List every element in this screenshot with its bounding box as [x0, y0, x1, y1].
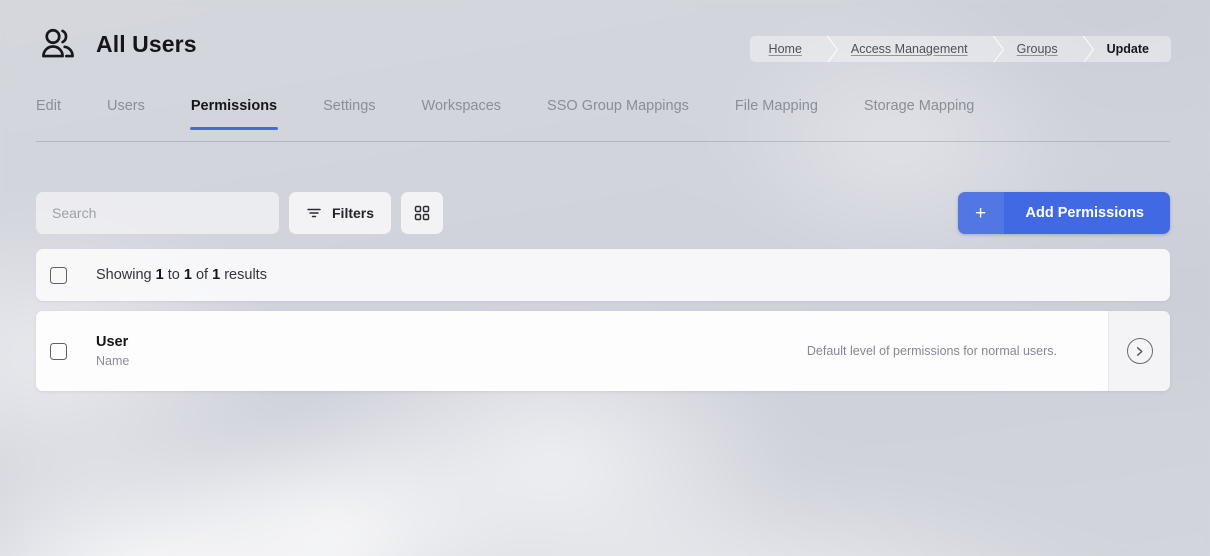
tab-edit[interactable]: Edit	[36, 98, 61, 129]
select-all-checkbox[interactable]	[50, 267, 67, 284]
results-summary-mid-2: of	[192, 267, 212, 283]
tab-storage-mapping[interactable]: Storage Mapping	[864, 98, 974, 129]
tab-settings[interactable]: Settings	[323, 98, 375, 129]
add-permissions-button-label: Add Permissions	[1004, 192, 1170, 234]
search-input[interactable]	[36, 192, 279, 234]
row-select-checkbox[interactable]	[50, 343, 67, 360]
page-root: All Users Home Access Management Groups …	[0, 0, 1210, 556]
row-description: Default level of permissions for normal …	[807, 344, 1084, 358]
filters-button[interactable]: Filters	[289, 192, 391, 234]
tab-permissions[interactable]: Permissions	[191, 98, 277, 129]
results-summary-bar: Showing 1 to 1 of 1 results	[36, 249, 1170, 301]
plus-icon: +	[958, 192, 1004, 234]
tab-bar: Edit Users Permissions Settings Workspac…	[36, 98, 1170, 142]
breadcrumb-item-home[interactable]: Home	[750, 36, 819, 62]
filters-button-label: Filters	[332, 205, 374, 221]
breadcrumb-separator-icon	[1075, 36, 1088, 62]
tab-users[interactable]: Users	[107, 98, 145, 129]
page-header-left: All Users	[38, 24, 197, 64]
breadcrumb-separator-icon	[819, 36, 832, 62]
filter-icon	[306, 205, 322, 221]
results-from: 1	[156, 267, 164, 283]
tab-file-mapping[interactable]: File Mapping	[735, 98, 818, 129]
grid-view-icon	[414, 205, 430, 221]
results-summary-prefix: Showing	[96, 267, 156, 283]
tab-workspaces[interactable]: Workspaces	[422, 98, 502, 129]
row-name-block: User Name	[96, 334, 129, 368]
page-title: All Users	[96, 31, 197, 58]
results-total: 1	[212, 267, 220, 283]
users-icon	[38, 24, 78, 64]
breadcrumb: Home Access Management Groups Update	[750, 36, 1171, 62]
toolbar: Filters + Add Permissions	[36, 192, 1170, 234]
chevron-right-icon[interactable]	[1127, 338, 1153, 364]
results-summary-suffix: results	[220, 267, 267, 283]
results-to: 1	[184, 267, 192, 283]
table-row-main: User Name Default level of permissions f…	[36, 311, 1109, 391]
results-summary-text: Showing 1 to 1 of 1 results	[96, 267, 267, 283]
row-action-panel	[1109, 311, 1170, 391]
row-title: User	[96, 334, 129, 350]
breadcrumb-item-access-management[interactable]: Access Management	[832, 36, 985, 62]
breadcrumb-item-groups[interactable]: Groups	[998, 36, 1075, 62]
results-summary-mid-1: to	[164, 267, 184, 283]
tab-sso-group-mappings[interactable]: SSO Group Mappings	[547, 98, 689, 129]
row-subtitle: Name	[96, 354, 129, 368]
grid-view-button[interactable]	[401, 192, 443, 234]
table-row[interactable]: User Name Default level of permissions f…	[36, 311, 1170, 391]
breadcrumb-separator-icon	[985, 36, 998, 62]
add-permissions-button[interactable]: + Add Permissions	[958, 192, 1170, 234]
breadcrumb-item-update[interactable]: Update	[1088, 36, 1171, 62]
